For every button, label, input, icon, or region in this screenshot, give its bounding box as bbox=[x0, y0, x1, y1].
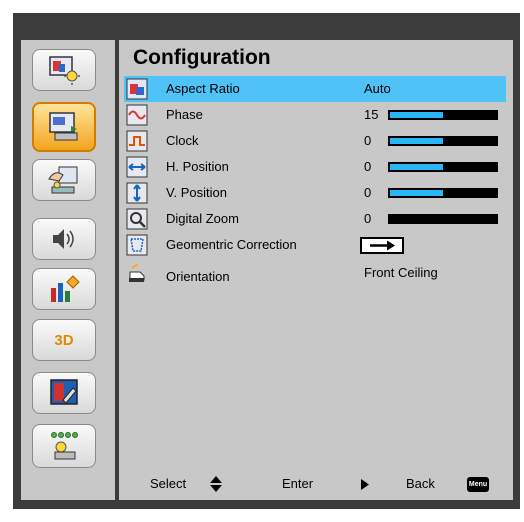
v-position-icon bbox=[126, 182, 148, 204]
h-position-slider[interactable] bbox=[388, 162, 498, 172]
phase-slider-fill bbox=[390, 112, 443, 118]
menu-key-label: Menu bbox=[468, 481, 488, 488]
sidebar-item-installation[interactable] bbox=[32, 159, 96, 201]
menu-row-label: Phase bbox=[166, 107, 203, 122]
aspect-ratio-icon bbox=[126, 78, 148, 100]
digital-zoom-icon bbox=[126, 208, 148, 230]
phase-slider[interactable] bbox=[388, 110, 498, 120]
menu-row-aspect-ratio[interactable]: Aspect Ratio Auto bbox=[124, 76, 506, 102]
footer-select-label: Select bbox=[150, 476, 187, 491]
menu-row-label: Aspect Ratio bbox=[166, 81, 240, 96]
menu-row-clock[interactable]: Clock 0 bbox=[124, 128, 506, 154]
clock-icon bbox=[126, 130, 148, 152]
digital-zoom-slider[interactable] bbox=[388, 214, 498, 224]
sidebar-item-3d[interactable]: 3D bbox=[32, 319, 96, 361]
v-position-value: 0 bbox=[364, 185, 372, 200]
screen: 3D Configuration Aspect Ratio Auto Phase… bbox=[0, 0, 524, 522]
3d-icon: 3D bbox=[54, 331, 74, 349]
v-position-slider-fill bbox=[390, 190, 443, 196]
clock-slider-fill bbox=[390, 138, 443, 144]
menu-row-orientation[interactable]: Orientation Front Ceiling bbox=[124, 260, 506, 286]
h-position-value: 0 bbox=[364, 159, 372, 174]
enter-submenu-button[interactable] bbox=[360, 237, 404, 254]
menu-row-phase[interactable]: Phase 15 bbox=[124, 102, 506, 128]
v-position-slider[interactable] bbox=[388, 188, 498, 198]
page-title: Configuration bbox=[133, 46, 271, 69]
color-icon bbox=[50, 379, 78, 405]
menu-row-digital-zoom[interactable]: Digital Zoom 0 bbox=[124, 206, 506, 232]
sidebar-item-network[interactable] bbox=[32, 424, 96, 468]
digital-zoom-value: 0 bbox=[364, 211, 372, 226]
menu-row-label: Orientation bbox=[166, 269, 230, 284]
sidebar-item-options[interactable] bbox=[32, 268, 96, 310]
menu-row-h-position[interactable]: H. Position 0 bbox=[124, 154, 506, 180]
sidebar-item-audio[interactable] bbox=[32, 218, 96, 260]
menu-row-geometric-correction[interactable]: Geomentric Correction bbox=[124, 232, 506, 258]
play-arrow-icon bbox=[361, 479, 369, 490]
aspect-ratio-value: Auto bbox=[364, 81, 391, 96]
footer-enter-label: Enter bbox=[282, 476, 314, 491]
menu-row-label: Digital Zoom bbox=[166, 211, 239, 226]
phase-value: 15 bbox=[364, 107, 379, 122]
options-icon bbox=[51, 275, 80, 302]
menu-row-label: Clock bbox=[166, 133, 199, 148]
arrow-right-icon bbox=[370, 240, 395, 251]
geometric-correction-icon bbox=[126, 234, 148, 256]
configuration-icon bbox=[49, 112, 78, 141]
menu-row-label: V. Position bbox=[166, 185, 227, 200]
menu-row-v-position[interactable]: V. Position 0 bbox=[124, 180, 506, 206]
orientation-icon bbox=[129, 263, 145, 282]
clock-value: 0 bbox=[364, 133, 372, 148]
orientation-value: Front Ceiling bbox=[364, 265, 438, 280]
installation-icon bbox=[48, 166, 78, 194]
network-icon bbox=[51, 432, 78, 460]
h-position-slider-fill bbox=[390, 164, 443, 170]
image-settings-icon bbox=[49, 56, 80, 85]
sidebar-item-configuration[interactable] bbox=[32, 102, 96, 152]
menu-key-icon: Menu bbox=[467, 477, 489, 492]
clock-slider[interactable] bbox=[388, 136, 498, 146]
phase-icon bbox=[126, 104, 148, 126]
menu-row-label: H. Position bbox=[166, 159, 229, 174]
menu-row-label: Geomentric Correction bbox=[166, 237, 297, 252]
up-down-arrow-icon bbox=[210, 476, 222, 492]
h-position-icon bbox=[126, 156, 148, 178]
sidebar-item-color[interactable] bbox=[32, 372, 96, 414]
audio-icon bbox=[53, 229, 74, 249]
sidebar-item-image-settings[interactable] bbox=[32, 49, 96, 91]
footer-back-label: Back bbox=[406, 476, 435, 491]
